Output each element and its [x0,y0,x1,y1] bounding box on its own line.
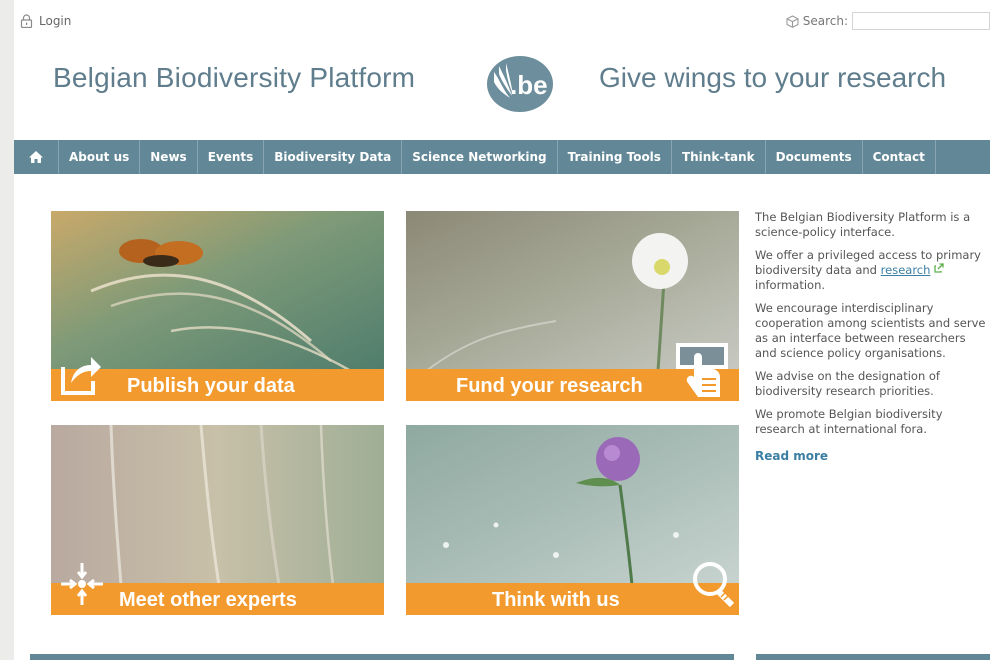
home-icon [29,151,43,163]
intro-paragraph: We promote Belgian biodiversity research… [755,407,943,436]
nav-home[interactable] [14,140,59,174]
nav-item-about-us[interactable]: About us [59,140,141,174]
tile-label: Publish your data [127,375,295,397]
logo-text: .be [510,70,548,100]
butterfly-photo [51,211,384,371]
nav-item-documents[interactable]: Documents [766,140,863,174]
nav-item-think-tank[interactable]: Think-tank [672,140,766,174]
intro-text: The Belgian Biodiversity Platform is a s… [755,210,990,464]
page: Login Search: Belgian Biodiversity Platf… [14,0,990,660]
intro-paragraph: We encourage interdisciplinary cooperati… [755,301,986,360]
intro-paragraph: The Belgian Biodiversity Platform is a s… [755,210,971,239]
tile-fund-research[interactable]: Fund your research [406,211,739,401]
tile-label: Fund your research [456,375,643,397]
intro-paragraph: We offer a privileged access to primary … [755,248,981,292]
bbp-logo[interactable]: .be [480,54,556,114]
search-label: Search: [802,14,848,28]
login-link[interactable]: Login [20,14,71,28]
nav-item-training-tools[interactable]: Training Tools [558,140,672,174]
nav-item-science-networking[interactable]: Science Networking [402,140,558,174]
tile-think-with-us[interactable]: Think with us [406,425,739,615]
tagline: Give wings to your research [599,62,947,93]
hand-card-icon [676,343,728,397]
main-nav: About us News Events Biodiversity Data S… [14,140,990,174]
tile-label: Meet other experts [119,589,297,611]
login-label: Login [39,14,72,28]
external-link-icon [934,263,944,273]
nav-item-events[interactable]: Events [198,140,265,174]
share-arrow-icon [61,357,101,395]
nav-item-contact[interactable]: Contact [863,140,936,174]
read-more-link[interactable]: Read more [755,449,828,464]
nav-item-news[interactable]: News [140,140,198,174]
intro-paragraph: We advise on the designation of biodiver… [755,369,940,398]
footer-bar-right [756,654,990,660]
footer-bar-left [30,654,734,660]
nav-item-biodiversity-data[interactable]: Biodiversity Data [264,140,403,174]
tile-meet-experts[interactable]: Meet other experts [51,425,384,615]
search-input[interactable] [852,12,990,30]
site-title[interactable]: Belgian Biodiversity Platform [53,62,415,94]
lightbulb-icon [693,562,735,608]
tile-publish-data[interactable]: Publish your data [51,211,384,401]
search-box: Search: [786,12,990,30]
tile-label: Think with us [492,589,620,611]
converge-arrows-icon [61,563,103,605]
search-cube-icon [786,14,799,28]
lock-icon [20,14,33,28]
research-link[interactable]: research [881,263,931,277]
